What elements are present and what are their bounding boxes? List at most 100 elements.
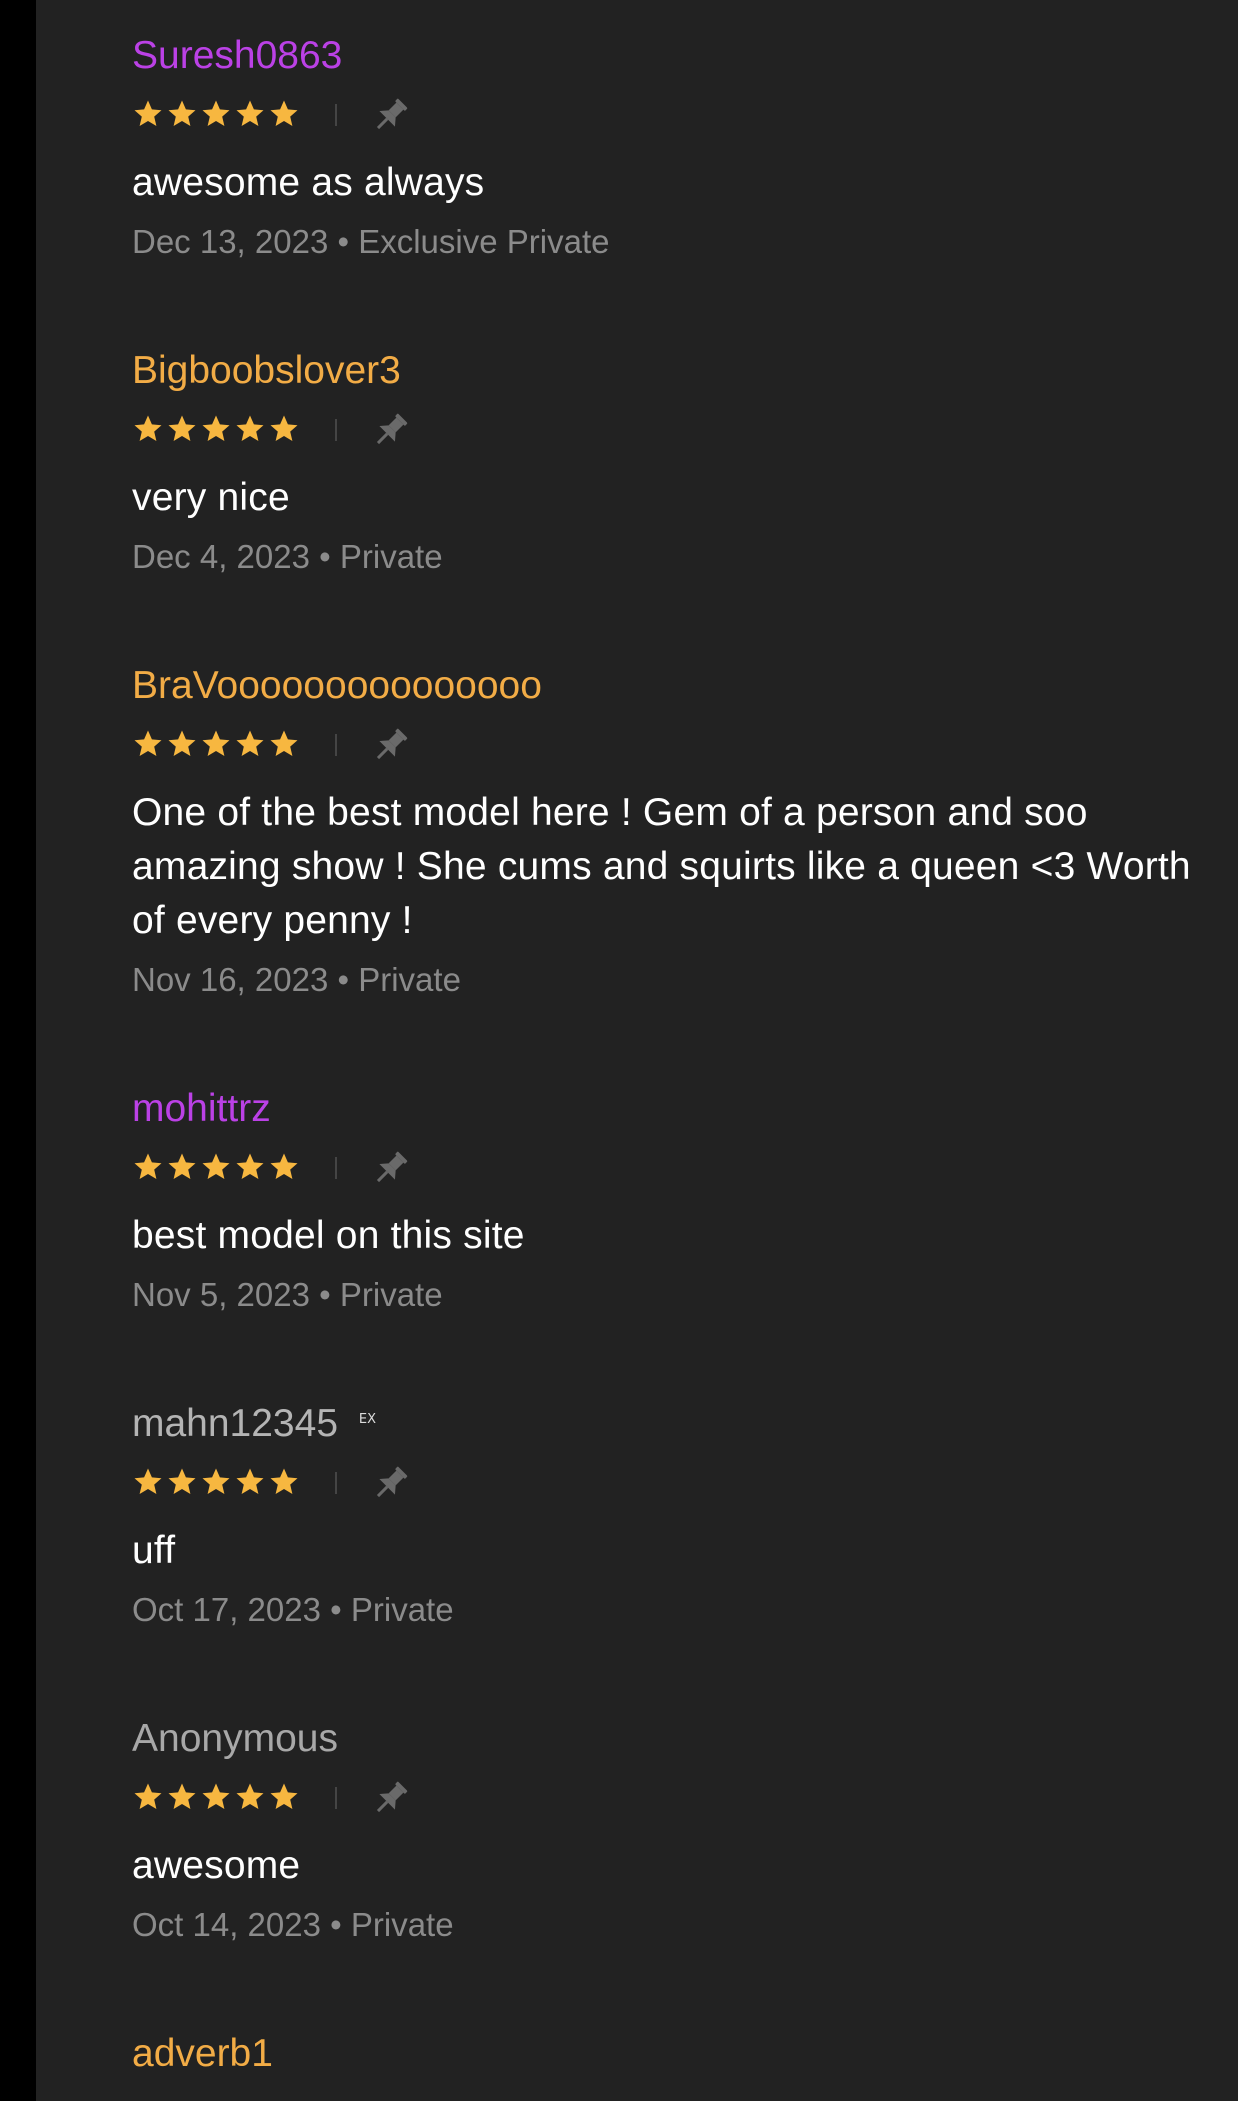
star-rating: [132, 413, 300, 447]
star-icon: [202, 1468, 230, 1494]
star-icon: [270, 100, 298, 126]
review-meta: Nov 16, 2023 • Private: [132, 958, 1232, 1002]
review-item: Bigboobslover3 very nice Dec 4, 2023 • P…: [132, 347, 1232, 579]
reviewer-username[interactable]: Suresh0863: [132, 32, 342, 80]
star-icon: [168, 1468, 196, 1494]
meta-separator: •: [337, 961, 350, 998]
review-item: mohittrz best model on this site Nov 5, …: [132, 1085, 1232, 1317]
meta-separator: •: [337, 223, 350, 260]
review-date: Dec 13, 2023: [132, 223, 329, 260]
show-type: Private: [350, 1906, 454, 1943]
pin-icon[interactable]: [368, 1462, 412, 1506]
reviewer-username[interactable]: mahn12345 EX: [132, 1400, 376, 1448]
reviewer-username[interactable]: adverb1: [132, 2030, 273, 2078]
rating-row: [132, 724, 1232, 768]
star-icon: [270, 730, 298, 756]
star-icon: [168, 1153, 196, 1179]
star-icon: [168, 1783, 196, 1809]
meta-separator: •: [330, 1591, 342, 1628]
star-icon: [236, 1783, 264, 1809]
review-comment: very nice: [132, 476, 290, 519]
reviewer-username[interactable]: mohittrz: [132, 1085, 271, 1133]
reviews-list[interactable]: Suresh0863 awesome as always Dec 13, 202…: [36, 0, 1238, 2101]
rating-divider: [335, 1472, 337, 1494]
star-icon: [134, 415, 162, 441]
reviewer-username[interactable]: Anonymous: [132, 1715, 338, 1763]
rating-row: [132, 1777, 1232, 1821]
star-icon: [202, 730, 230, 756]
star-icon: [270, 1783, 298, 1809]
show-type: Private: [350, 1591, 454, 1628]
review-comment: best model on this site: [132, 1214, 525, 1257]
show-type: Private: [339, 1276, 443, 1313]
review-meta: Dec 4, 2023 • Private: [132, 535, 1232, 579]
review-item: Anonymous awesome Oct 14, 2023 • Private: [132, 1715, 1232, 1947]
review-meta: Oct 17, 2023 • Private: [132, 1588, 1232, 1632]
meta-separator: •: [319, 1276, 331, 1313]
review-comment: uff: [132, 1529, 176, 1572]
star-rating: [132, 728, 300, 762]
star-icon: [236, 730, 264, 756]
rating-divider: [335, 734, 337, 756]
pin-icon[interactable]: [368, 409, 412, 453]
meta-separator: •: [330, 1906, 342, 1943]
rating-divider: [335, 1787, 337, 1809]
star-icon: [236, 100, 264, 126]
rating-divider: [335, 419, 337, 441]
rating-divider: [335, 1157, 337, 1179]
rating-row: [132, 1462, 1232, 1506]
pin-icon[interactable]: [368, 94, 412, 138]
username-badge: EX: [358, 1412, 377, 1427]
rating-row: [132, 1147, 1232, 1191]
review-comment: One of the best model here ! Gem of a pe…: [132, 791, 1191, 942]
star-icon: [134, 100, 162, 126]
rating-row: [132, 94, 1232, 138]
star-icon: [202, 1153, 230, 1179]
star-icon: [168, 730, 196, 756]
pin-icon[interactable]: [368, 1777, 412, 1821]
rating-row: [132, 409, 1232, 453]
show-type: Exclusive Private: [358, 223, 610, 260]
star-icon: [270, 1468, 298, 1494]
star-icon: [236, 1468, 264, 1494]
show-type: Private: [358, 961, 461, 998]
left-edge-strip: [0, 0, 36, 2101]
review-meta: Dec 13, 2023 • Exclusive Private: [132, 220, 1232, 264]
review-date: Nov 5, 2023: [132, 1276, 310, 1313]
review-comment: awesome as always: [132, 161, 485, 204]
star-icon: [134, 1153, 162, 1179]
star-icon: [202, 1783, 230, 1809]
meta-separator: •: [319, 538, 331, 575]
star-icon: [168, 415, 196, 441]
star-icon: [134, 1468, 162, 1494]
pin-icon[interactable]: [368, 724, 412, 768]
review-item: Suresh0863 awesome as always Dec 13, 202…: [132, 32, 1232, 264]
reviewer-username[interactable]: Bigboobslover3: [132, 347, 401, 395]
review-meta: Nov 5, 2023 • Private: [132, 1273, 1232, 1317]
star-icon: [168, 100, 196, 126]
show-type: Private: [339, 538, 443, 575]
star-rating: [132, 1781, 300, 1815]
star-rating: [132, 1466, 300, 1500]
review-date: Dec 4, 2023: [132, 538, 310, 575]
review-comment: awesome: [132, 1844, 301, 1887]
star-icon: [134, 1783, 162, 1809]
review-date: Oct 17, 2023: [132, 1591, 321, 1628]
star-icon: [202, 100, 230, 126]
star-icon: [270, 1153, 298, 1179]
star-icon: [270, 415, 298, 441]
review-item: adverb1: [132, 2030, 1232, 2078]
review-meta: Oct 14, 2023 • Private: [132, 1903, 1232, 1947]
review-date: Nov 16, 2023: [132, 961, 329, 998]
review-date: Oct 14, 2023: [132, 1906, 321, 1943]
star-rating: [132, 98, 300, 132]
star-icon: [236, 1153, 264, 1179]
review-item: BraVooooooooooooooo One of the best mode…: [132, 662, 1232, 1002]
rating-divider: [335, 104, 337, 126]
star-rating: [132, 1151, 300, 1185]
pin-icon[interactable]: [368, 1147, 412, 1191]
username-text: mahn12345: [132, 1402, 339, 1445]
star-icon: [202, 415, 230, 441]
review-item: mahn12345 EX uff Oct 17, 2023 • Private: [132, 1400, 1232, 1632]
reviewer-username[interactable]: BraVooooooooooooooo: [132, 662, 542, 710]
